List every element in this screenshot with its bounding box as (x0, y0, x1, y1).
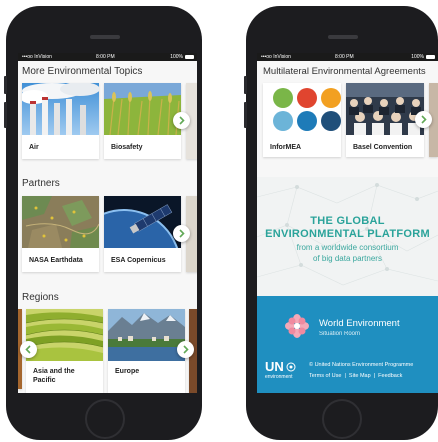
right-phone-home-button[interactable] (322, 399, 362, 439)
ocean-icon (297, 111, 317, 131)
chemicals-icon (297, 88, 317, 108)
prev-regions-button[interactable] (20, 341, 37, 358)
esa-copernicus-image (67, 196, 181, 323)
left-phone-frame: •••oo InVision 8:00 PM 100% More Environ… (4, 6, 202, 440)
next-topics-button[interactable] (173, 112, 190, 129)
chevron-right-icon (421, 115, 427, 124)
region-card-europe[interactable]: Europe (108, 309, 185, 393)
section-title-mea: Multilateral Environmental Agreements (263, 66, 426, 77)
mea-card-basel[interactable]: Basel Convention (346, 83, 424, 157)
right-phone-frame: •••oo InVision 8:00 PM 100% Multilateral… (244, 6, 438, 440)
chevron-right-icon (183, 345, 189, 354)
carrier-label: •••oo InVision (261, 54, 291, 60)
copyright-text: © United Nations Environment Programme (309, 362, 414, 368)
left-phone-side-button (4, 76, 7, 94)
topic-card-biosafety[interactable]: Biosafety (104, 83, 181, 159)
biodiversity-icon (273, 88, 293, 108)
next-regions-button[interactable] (177, 341, 194, 358)
right-phone-speaker (328, 35, 358, 39)
topic-label-air: Air (29, 144, 39, 151)
topic-card-air[interactable]: Air (20, 82, 100, 159)
left-phone-home-button[interactable] (85, 399, 125, 439)
platform-title-line2: ENVIRONMENTAL PLATFORM (265, 228, 430, 240)
mea-label-informea: InforMEA (270, 144, 302, 151)
region-label-asia: Asia and the Pacific (33, 368, 75, 384)
platform-subtitle-line2: of big data partners (313, 254, 382, 263)
nasa-earthdata-image (22, 196, 100, 248)
climate-icon (321, 88, 341, 108)
brand-title: World Environment (319, 318, 400, 329)
status-bar: •••oo InVision 8:00 PM 100% (257, 53, 438, 61)
chevron-right-icon (179, 116, 185, 125)
left-phone-screen: •••oo InVision 8:00 PM 100% More Environ… (18, 53, 197, 393)
battery-label: 100% (411, 54, 424, 60)
region-label-europe: Europe (115, 368, 140, 375)
carrier-label: •••oo InVision (22, 54, 52, 60)
chevron-right-icon (179, 229, 185, 238)
basel-convention-image (346, 83, 424, 135)
next-mea-button[interactable] (415, 111, 432, 128)
partner-label-esa: ESA Copernicus (111, 257, 166, 264)
right-phone-side-button (244, 76, 247, 94)
region-card-asia[interactable]: Asia and the Pacific (25, 309, 104, 393)
next-partners-button[interactable] (173, 225, 190, 242)
topic-label-biosafety: Biosafety (111, 144, 143, 151)
asia-pacific-image (25, 309, 104, 361)
battery-icon (426, 55, 435, 59)
right-phone-volume-button (244, 102, 247, 128)
un-logo-subtitle: environment (265, 374, 293, 380)
battery-label: 100% (170, 54, 183, 60)
mea-card-informea[interactable]: InforMEA (263, 83, 341, 157)
mea-label-basel: Basel Convention (353, 144, 413, 151)
brand-link[interactable]: World Environment Situation Room (285, 314, 415, 340)
partner-label-nasa: NASA Earthdata (29, 257, 83, 264)
brand-subtitle: Situation Room (319, 331, 361, 337)
informea-logo-area (263, 83, 341, 135)
section-title-topics: More Environmental Topics (22, 66, 143, 77)
biosafety-image (104, 83, 181, 136)
clock-label: 8:00 PM (335, 54, 354, 60)
partner-card-nasa[interactable]: NASA Earthdata (22, 196, 100, 272)
governance-icon (321, 111, 341, 131)
partner-card-esa[interactable]: ESA Copernicus (67, 196, 181, 323)
platform-banner: THE GLOBAL ENVIRONMENTAL PLATFORM from a… (257, 177, 438, 296)
footer-links[interactable]: Terms of Use | Site Map | Feedback (309, 373, 402, 379)
platform-title-line1: THE GLOBAL (310, 215, 385, 227)
right-phone-screen: •••oo InVision 8:00 PM 100% Multilateral… (257, 53, 438, 393)
un-emblem-icon (286, 362, 296, 372)
un-logo: UN (265, 359, 284, 374)
footer: World Environment Situation Room UN envi… (257, 296, 438, 393)
section-title-regions: Regions (22, 292, 59, 303)
land-icon (273, 111, 293, 131)
battery-icon (185, 55, 194, 59)
status-bar: •••oo InVision 8:00 PM 100% (18, 53, 197, 61)
flower-logo-icon (285, 314, 309, 338)
section-title-partners: Partners (22, 178, 60, 189)
clock-label: 8:00 PM (96, 54, 115, 60)
air-image (20, 82, 100, 135)
chevron-left-icon (25, 345, 31, 354)
left-phone-volume-button (4, 102, 7, 128)
europe-image (108, 309, 185, 361)
platform-subtitle-line1: from a worldwide consortium (296, 243, 399, 252)
left-phone-speaker (90, 35, 120, 39)
